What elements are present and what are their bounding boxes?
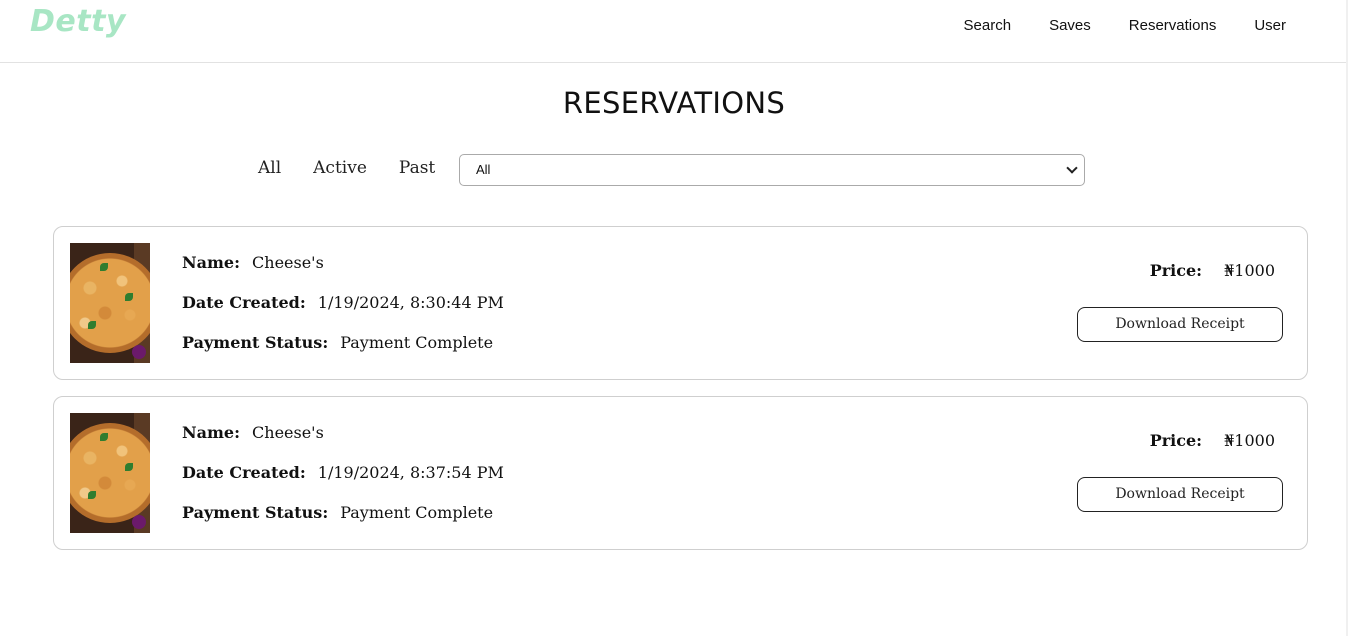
reservation-details: Name: Cheese's Date Created: 1/19/2024, 8:… [182, 253, 504, 373]
tab-all[interactable]: All [258, 158, 281, 178]
select-value: All [476, 162, 491, 177]
top-nav-bar: Detty Search Saves Reservations User [0, 0, 1348, 63]
nav-user[interactable]: User [1254, 17, 1286, 34]
status-row: Payment Status: Payment Complete [182, 333, 504, 373]
date-label: Date Created: [182, 293, 306, 312]
download-receipt-button[interactable]: Download Receipt [1077, 477, 1283, 512]
tab-active[interactable]: Active [313, 158, 367, 178]
filter-tabs: All Active Past [258, 158, 435, 178]
price-label: Price: [1149, 431, 1203, 450]
main-nav: Search Saves Reservations User [964, 17, 1286, 34]
status-label: Payment Status: [182, 333, 329, 352]
nav-search[interactable]: Search [964, 17, 1012, 34]
price: Price: ₦1000 [1150, 261, 1275, 280]
page-title: RESERVATIONS [562, 86, 786, 120]
name-value: Cheese's [252, 253, 324, 272]
price: Price: ₦1000 [1150, 431, 1275, 450]
nav-reservations[interactable]: Reservations [1129, 17, 1217, 34]
date-label: Date Created: [182, 463, 306, 482]
date-row: Date Created: 1/19/2024, 8:37:54 PM [182, 463, 504, 503]
status-row: Payment Status: Payment Complete [182, 503, 504, 543]
date-value: 1/19/2024, 8:30:44 PM [317, 293, 504, 312]
tab-past[interactable]: Past [399, 158, 435, 178]
status-label: Payment Status: [182, 503, 329, 522]
reservation-details: Name: Cheese's Date Created: 1/19/2024, 8:… [182, 423, 504, 543]
status-value: Payment Complete [340, 503, 494, 522]
status-filter-select[interactable]: All [459, 154, 1085, 186]
price-label: Price: [1149, 261, 1203, 280]
name-label: Name: [182, 253, 241, 272]
logo[interactable]: Detty [30, 4, 126, 39]
download-receipt-button[interactable]: Download Receipt [1077, 307, 1283, 342]
name-row: Name: Cheese's [182, 253, 504, 293]
name-label: Name: [182, 423, 241, 442]
price-value: ₦1000 [1224, 261, 1275, 280]
date-row: Date Created: 1/19/2024, 8:30:44 PM [182, 293, 504, 333]
pizza-image [70, 243, 150, 363]
name-row: Name: Cheese's [182, 423, 504, 463]
reservation-card: Name: Cheese's Date Created: 1/19/2024, 8:… [53, 396, 1308, 550]
chevron-down-icon [1066, 162, 1078, 174]
date-value: 1/19/2024, 8:37:54 PM [317, 463, 504, 482]
reservation-card: Name: Cheese's Date Created: 1/19/2024, 8:… [53, 226, 1308, 380]
pizza-image [70, 413, 150, 533]
status-value: Payment Complete [340, 333, 494, 352]
price-value: ₦1000 [1224, 431, 1275, 450]
name-value: Cheese's [252, 423, 324, 442]
nav-saves[interactable]: Saves [1049, 17, 1091, 34]
